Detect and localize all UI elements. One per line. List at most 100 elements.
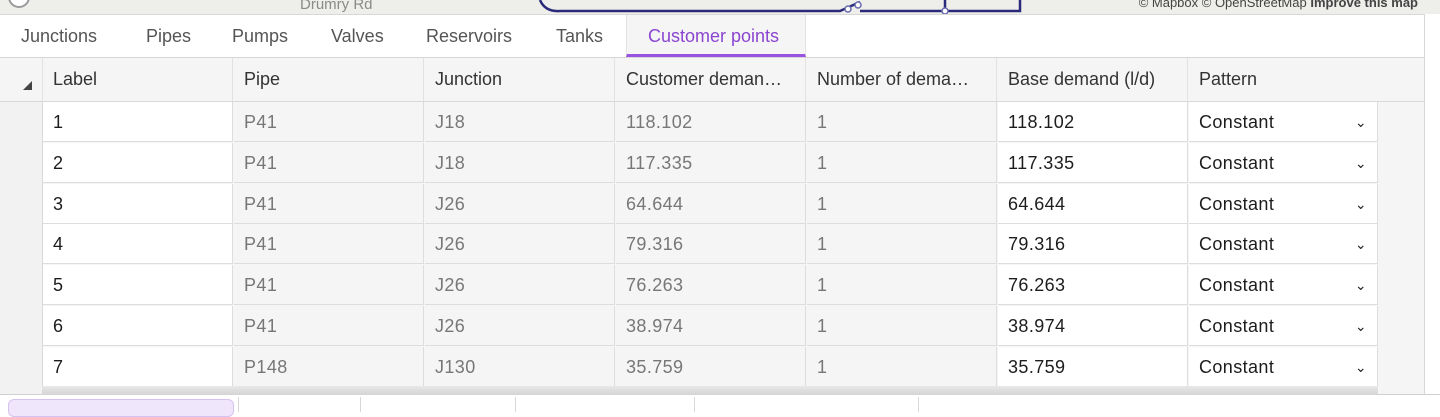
junction-cell-text: J18 (435, 112, 466, 132)
pattern-select[interactable]: Constant ⌄ (1189, 102, 1378, 142)
customer-demand-cell: 38.974 (616, 306, 806, 346)
chevron-down-icon[interactable]: ⌄ (1355, 184, 1367, 223)
table-row[interactable]: 1 P41 J18 118.102 1 118.102 Constant ⌄ (0, 102, 1424, 143)
base-demand-cell[interactable]: 64.644 (998, 183, 1188, 224)
label-cell[interactable]: 3 (43, 183, 233, 224)
number-of-demands-cell: 1 (807, 102, 997, 142)
base-demand-cell-text: 64.644 (1008, 193, 1066, 214)
pipe-cell-text: P41 (244, 316, 278, 336)
table-header: Label Pipe Junction Customer deman… Numb… (0, 58, 1424, 102)
table-row[interactable]: 6 P41 J26 38.974 1 38.974 Constant ⌄ (0, 306, 1424, 347)
column-header-label[interactable]: Label (43, 58, 233, 101)
label-cell-text: 6 (53, 316, 64, 336)
chevron-down-icon[interactable]: ⌄ (1355, 265, 1367, 304)
label-cell-text: 3 (53, 193, 64, 214)
customer-demand-cell: 76.263 (616, 265, 806, 306)
junction-cell: J18 (425, 102, 615, 142)
pipe-cell-text: P41 (244, 275, 278, 296)
map-view[interactable]: Drumry Rd © Mapbox © OpenStreetMap Impro… (0, 0, 1440, 14)
tab-pumps[interactable]: Pumps (211, 15, 309, 57)
pipe-cell: P148 (234, 346, 424, 387)
table-row[interactable]: 3 P41 J26 64.644 1 64.644 Constant ⌄ (0, 183, 1424, 225)
number-of-demands-cell-text: 1 (817, 234, 828, 255)
label-cell[interactable]: 7 (43, 346, 233, 387)
data-table-panel: Junctions Pipes Pumps Valves Reservoirs … (0, 14, 1440, 417)
base-demand-cell-text: 117.335 (1008, 152, 1075, 173)
junction-cell-text: J26 (435, 234, 466, 255)
number-of-demands-cell: 1 (807, 265, 997, 306)
base-demand-cell[interactable]: 118.102 (998, 102, 1188, 142)
pattern-select[interactable]: Constant ⌄ (1189, 224, 1378, 265)
base-demand-cell[interactable]: 79.316 (998, 224, 1188, 265)
chevron-down-icon[interactable]: ⌄ (1355, 306, 1367, 345)
pipe-cell: P41 (234, 183, 424, 224)
label-cell[interactable]: 5 (43, 265, 233, 306)
pipe-cell: P41 (234, 102, 424, 142)
label-cell[interactable]: 4 (43, 224, 233, 265)
tab-junctions[interactable]: Junctions (0, 15, 125, 57)
number-of-demands-cell-text: 1 (817, 316, 828, 336)
customer-points-table: Label Pipe Junction Customer deman… Numb… (0, 58, 1424, 411)
tab-pipes[interactable]: Pipes (125, 15, 213, 57)
chevron-down-icon[interactable]: ⌄ (1355, 347, 1367, 386)
attribution-text[interactable]: © Mapbox © OpenStreetMap (1139, 0, 1307, 10)
label-cell[interactable]: 2 (43, 142, 233, 183)
base-demand-cell-text: 79.316 (1008, 234, 1066, 255)
label-cell-text: 7 (53, 356, 64, 377)
junction-cell-text: J18 (435, 152, 466, 173)
chevron-down-icon[interactable]: ⌄ (1355, 143, 1367, 182)
table-row[interactable]: 2 P41 J18 117.335 1 117.335 Constant ⌄ (0, 142, 1424, 184)
label-cell[interactable]: 1 (43, 102, 233, 142)
bottom-toolbar (0, 386, 1440, 417)
map-attribution[interactable]: © Mapbox © OpenStreetMap Improve this ma… (1139, 0, 1418, 10)
base-demand-cell[interactable]: 76.263 (998, 265, 1188, 306)
pattern-select[interactable]: Constant ⌄ (1189, 265, 1378, 306)
tab-valves[interactable]: Valves (310, 15, 406, 57)
base-demand-cell[interactable]: 38.974 (998, 306, 1188, 346)
label-cell-text: 5 (53, 275, 64, 296)
toolbar-active-button[interactable] (8, 399, 234, 417)
pattern-select[interactable]: Constant ⌄ (1189, 306, 1378, 346)
column-header-customer-demand[interactable]: Customer deman… (616, 58, 806, 101)
chevron-down-icon[interactable]: ⌄ (1355, 224, 1367, 263)
customer-demand-cell-text: 117.335 (626, 152, 693, 173)
number-of-demands-cell-text: 1 (817, 356, 828, 377)
pattern-select[interactable]: Constant ⌄ (1189, 183, 1378, 224)
column-header-number-of-demands[interactable]: Number of dema… (807, 58, 997, 101)
label-cell-text: 2 (53, 152, 64, 173)
table-row[interactable]: 7 P148 J130 35.759 1 35.759 Constant ⌄ (0, 346, 1424, 388)
customer-demand-cell: 79.316 (616, 224, 806, 265)
base-demand-cell[interactable]: 117.335 (998, 142, 1188, 183)
number-of-demands-cell: 1 (807, 183, 997, 224)
pattern-select[interactable]: Constant ⌄ (1189, 346, 1378, 387)
column-header-junction[interactable]: Junction (425, 58, 615, 101)
tab-reservoirs[interactable]: Reservoirs (405, 15, 536, 57)
column-header-pipe[interactable]: Pipe (234, 58, 424, 101)
improve-map-link[interactable]: Improve this map (1310, 0, 1418, 10)
pattern-select[interactable]: Constant ⌄ (1189, 142, 1378, 183)
pipe-cell-text: P148 (244, 356, 288, 377)
chevron-down-icon[interactable]: ⌄ (1355, 102, 1367, 141)
sort-corner-icon (23, 81, 32, 90)
select-all-corner[interactable] (0, 58, 43, 101)
column-header-pattern[interactable]: Pattern (1189, 58, 1424, 101)
customer-demand-cell: 118.102 (616, 102, 806, 142)
column-header-base-demand[interactable]: Base demand (l/d) (998, 58, 1188, 101)
pattern-select-text: Constant (1199, 152, 1275, 173)
junction-cell: J26 (425, 183, 615, 224)
table-row[interactable]: 5 P41 J26 76.263 1 76.263 Constant ⌄ (0, 265, 1424, 306)
pattern-select-text: Constant (1199, 112, 1275, 132)
pattern-select-text: Constant (1199, 234, 1275, 255)
table-row[interactable]: 4 P41 J26 79.316 1 79.316 Constant ⌄ (0, 224, 1424, 265)
base-demand-cell[interactable]: 35.759 (998, 346, 1188, 387)
label-cell[interactable]: 6 (43, 306, 233, 346)
pattern-select-text: Constant (1199, 193, 1275, 214)
base-demand-cell-text: 38.974 (1008, 316, 1066, 336)
pipe-cell: P41 (234, 224, 424, 265)
tab-tanks[interactable]: Tanks (535, 15, 627, 57)
pattern-select-text: Constant (1199, 275, 1275, 296)
number-of-demands-cell-text: 1 (817, 275, 828, 296)
tab-customer-points[interactable]: Customer points (626, 15, 806, 57)
base-demand-cell-text: 118.102 (1008, 112, 1075, 132)
customer-demand-cell-text: 118.102 (626, 112, 693, 132)
